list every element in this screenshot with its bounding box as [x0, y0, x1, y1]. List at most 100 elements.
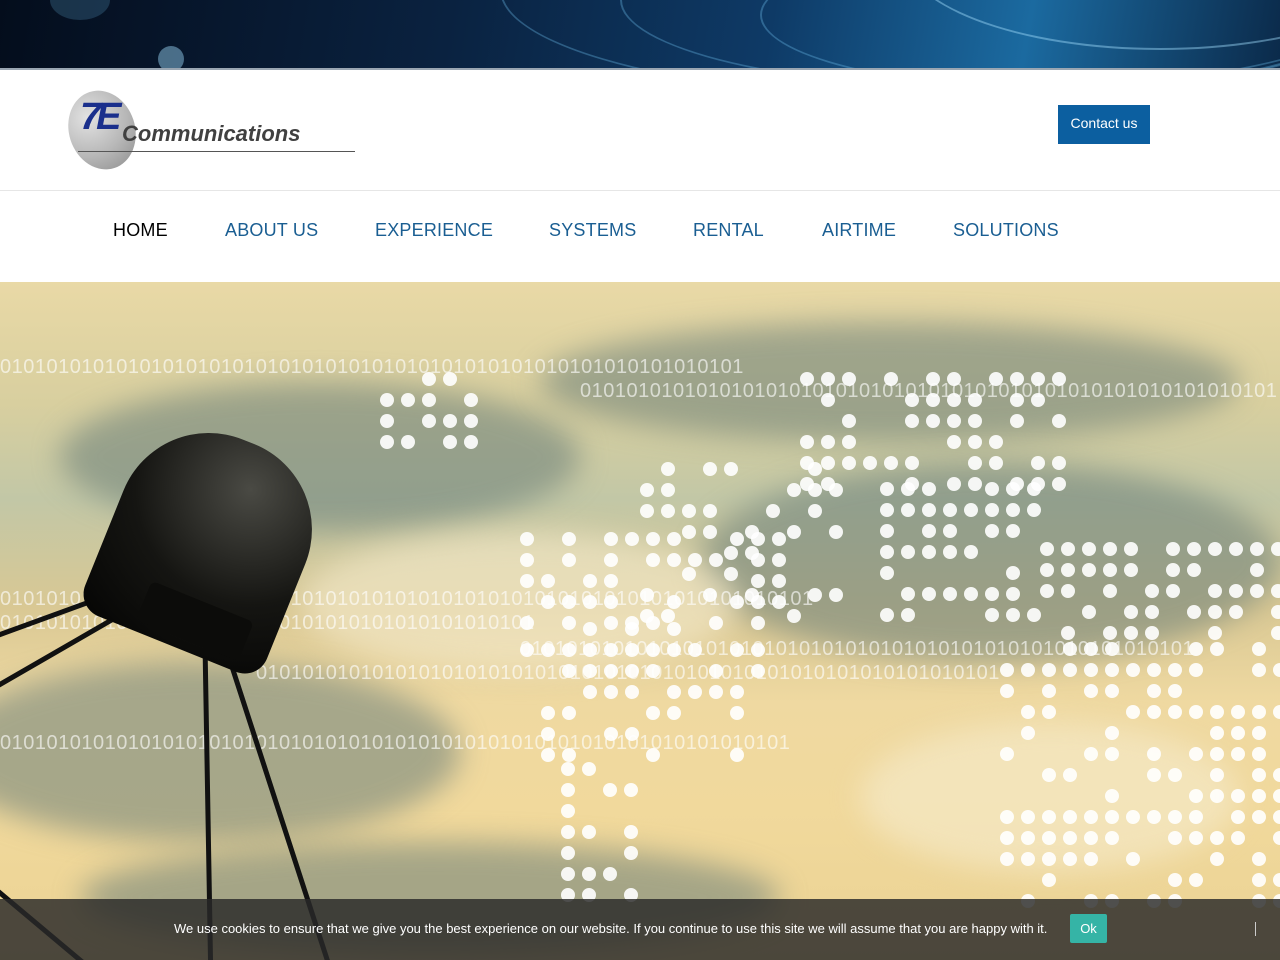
map-dot — [821, 456, 835, 470]
cookie-close-divider — [1255, 922, 1256, 936]
map-dot — [985, 503, 999, 517]
main-nav: HOME ABOUT US EXPERIENCE SYSTEMS RENTAL … — [0, 191, 1280, 282]
map-dot — [646, 706, 660, 720]
map-dot — [661, 462, 675, 476]
map-dot — [1061, 563, 1075, 577]
map-dot — [443, 435, 457, 449]
nav-item-airtime[interactable]: AIRTIME — [822, 220, 896, 240]
map-dot — [1273, 831, 1280, 845]
map-dot — [380, 435, 394, 449]
cookie-ok-button[interactable]: Ok — [1070, 914, 1107, 943]
map-dot — [667, 622, 681, 636]
map-dot — [582, 825, 596, 839]
map-dot — [1229, 542, 1243, 556]
map-dot — [703, 504, 717, 518]
map-dot — [1105, 747, 1119, 761]
map-dot — [800, 435, 814, 449]
map-dot — [922, 482, 936, 496]
map-dot — [401, 435, 415, 449]
nav-item-rental[interactable]: RENTAL — [693, 220, 764, 240]
map-dot — [1052, 456, 1066, 470]
map-dot — [1000, 852, 1014, 866]
nav-item-solutions[interactable]: SOLUTIONS — [953, 220, 1059, 240]
map-dot — [724, 462, 738, 476]
map-dot — [703, 462, 717, 476]
map-dot — [772, 532, 786, 546]
map-dot — [624, 825, 638, 839]
map-dot — [1000, 684, 1014, 698]
map-dot — [968, 435, 982, 449]
map-dot — [1082, 542, 1096, 556]
map-dot — [1166, 584, 1180, 598]
map-dot — [709, 553, 723, 567]
map-dot — [561, 846, 575, 860]
map-dot — [422, 393, 436, 407]
map-dot — [751, 574, 765, 588]
nav-item-systems[interactable]: SYSTEMS — [549, 220, 636, 240]
site-logo[interactable]: 7E Communications — [58, 81, 358, 179]
map-dot — [561, 804, 575, 818]
contact-us-button[interactable]: Contact us — [1058, 105, 1150, 144]
map-dot — [1126, 663, 1140, 677]
map-dot — [1252, 768, 1266, 782]
map-dot — [1273, 768, 1280, 782]
map-dot — [1273, 789, 1280, 803]
map-dot — [1208, 542, 1222, 556]
map-dot — [1105, 789, 1119, 803]
map-dot — [926, 414, 940, 428]
map-dot — [1052, 477, 1066, 491]
map-dot — [905, 456, 919, 470]
map-dot — [625, 685, 639, 699]
map-dot — [667, 685, 681, 699]
map-dot — [1027, 482, 1041, 496]
map-dot — [1168, 684, 1182, 698]
map-dot — [1271, 542, 1280, 556]
map-dot — [541, 574, 555, 588]
map-dot — [667, 532, 681, 546]
map-dot — [582, 867, 596, 881]
map-dot — [1271, 605, 1280, 619]
nav-item-about-us[interactable]: ABOUT US — [225, 220, 318, 240]
map-dot — [989, 435, 1003, 449]
map-dot — [1187, 605, 1201, 619]
map-dot — [985, 482, 999, 496]
map-dot — [943, 503, 957, 517]
map-dot — [604, 616, 618, 630]
map-dot — [520, 574, 534, 588]
map-dot — [1006, 566, 1020, 580]
map-dot — [682, 504, 696, 518]
map-dot — [1040, 542, 1054, 556]
map-dot — [1000, 663, 1014, 677]
map-dot — [1250, 584, 1264, 598]
map-dot — [1103, 542, 1117, 556]
map-dot — [1105, 684, 1119, 698]
map-dot — [1189, 747, 1203, 761]
map-dot — [985, 524, 999, 538]
map-dot — [964, 503, 978, 517]
map-dot — [1063, 768, 1077, 782]
map-dot — [1042, 684, 1056, 698]
map-dot — [880, 566, 894, 580]
map-dot — [842, 414, 856, 428]
map-dot — [880, 608, 894, 622]
map-dot — [863, 456, 877, 470]
map-dot — [1187, 563, 1201, 577]
map-dot — [787, 483, 801, 497]
map-dot — [1252, 873, 1266, 887]
map-dot — [1231, 705, 1245, 719]
map-dot — [709, 616, 723, 630]
map-dot — [646, 532, 660, 546]
map-dot — [561, 867, 575, 881]
map-dot — [604, 685, 618, 699]
map-dot — [1147, 705, 1161, 719]
map-dot — [1021, 726, 1035, 740]
map-dot — [1052, 414, 1066, 428]
map-dot — [1021, 810, 1035, 824]
map-dot — [661, 483, 675, 497]
nav-item-home[interactable]: HOME — [113, 220, 168, 240]
map-dot — [1147, 810, 1161, 824]
map-dot — [842, 456, 856, 470]
nav-item-experience[interactable]: EXPERIENCE — [375, 220, 493, 240]
map-dot — [1042, 852, 1056, 866]
map-dot — [1252, 726, 1266, 740]
